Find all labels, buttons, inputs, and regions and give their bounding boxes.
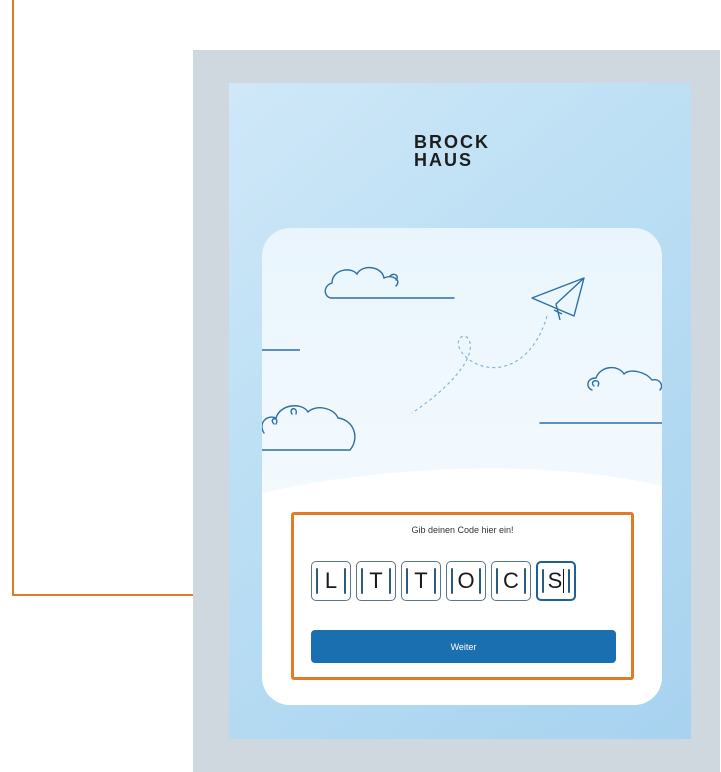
code-char-input[interactable]: T [401,561,441,601]
logo-line-1: BROCK [414,132,490,152]
flight-path [411,315,548,414]
code-char-input[interactable]: O [446,561,486,601]
code-char-input[interactable]: S [536,561,576,601]
code-char-value: T [369,568,383,593]
weiter-button[interactable]: Weiter [311,630,616,663]
code-char-value: O [457,568,475,593]
code-char-value: L [324,568,338,593]
code-char-value: S [547,568,563,593]
cloud-icon [262,405,356,451]
cloud-icon [324,267,455,299]
callout-line-vertical [12,0,14,596]
paper-plane-icon [531,277,585,321]
code-prompt: Gib deinen Code hier ein! [411,525,514,535]
code-input-row: LTTOCS [311,561,576,601]
brockhaus-logo: BROCK HAUS [414,133,490,169]
code-char-input[interactable]: L [311,561,351,601]
code-char-value: C [503,568,519,593]
code-char-input[interactable]: C [491,561,531,601]
code-char-input[interactable]: T [356,561,396,601]
code-entry-highlight: Gib deinen Code hier ein! L T T O C S Weiter [291,512,634,680]
code-char-value: T [414,568,428,593]
text-caret [563,569,565,593]
cloud-icon [539,367,662,424]
stage: BROCK HAUS Gib deinen Code hier ein! L T… [0,0,721,772]
logo-line-2: HAUS [414,150,474,170]
